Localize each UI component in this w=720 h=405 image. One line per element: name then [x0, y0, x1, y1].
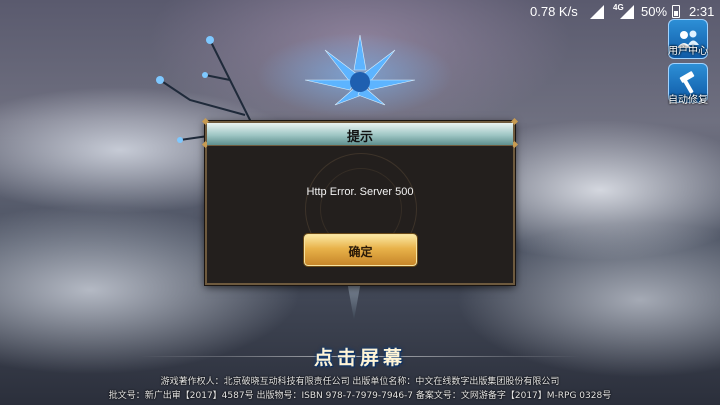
battery-percent: 50% — [641, 4, 668, 19]
dialog-message: Http Error. Server 500 — [306, 186, 414, 198]
battery-icon — [672, 5, 680, 18]
copyright-line-2: 批文号：新广出审【2017】4587号 出版物号：ISBN 978-7-7979… — [108, 391, 612, 401]
auto-repair-label: 自动修复 — [668, 95, 708, 106]
cell-signal-icon — [620, 5, 634, 19]
clock: 2:31 — [689, 4, 715, 19]
confirm-button-label: 确定 — [348, 245, 373, 259]
wifi-signal-icon — [590, 5, 604, 19]
user-center-label: 用户中心 — [668, 46, 708, 57]
network-speed: 0.78 K/s — [530, 4, 578, 19]
error-dialog: 提示 Http Error. Server 500 确定 — [201, 117, 519, 285]
copyright-line-1: 游戏著作权人：北京破晓互动科技有限责任公司 出版单位名称：中文在线数字出版集团股… — [160, 377, 560, 387]
confirm-button[interactable]: 确定 — [304, 234, 417, 266]
dialog-title: 提示 — [346, 130, 373, 145]
status-bar: 0.78 K/s 4G 50% 2:31 — [0, 0, 720, 24]
tap-to-start-text[interactable]: 点击屏幕 — [0, 343, 720, 370]
ice-flower-artwork — [304, 34, 416, 106]
dialog-header: 提示 — [207, 123, 513, 146]
